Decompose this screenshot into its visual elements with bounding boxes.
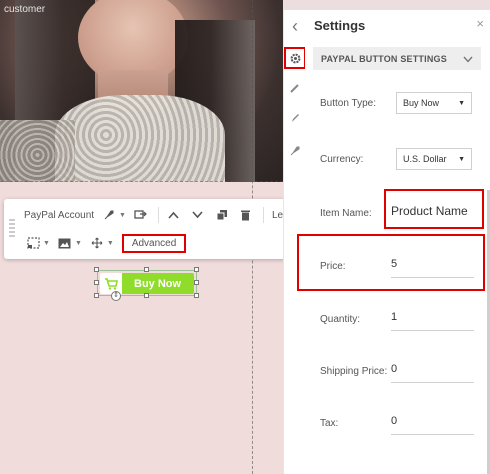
buy-now-label: Buy Now: [134, 277, 182, 290]
item-name-input[interactable]: Product Name: [391, 204, 481, 224]
advanced-button[interactable]: Advanced: [121, 233, 187, 253]
resize-handle-se[interactable]: [194, 293, 199, 298]
resize-handle-ne[interactable]: [194, 267, 199, 272]
caret-down-icon: ▼: [458, 155, 465, 163]
image-icon[interactable]: [56, 234, 74, 252]
shipping-price-label: Shipping Price:: [320, 366, 388, 377]
move-icon[interactable]: [88, 234, 106, 252]
paypal-settings-section-header[interactable]: PAYPAL BUTTON SETTINGS: [313, 47, 481, 70]
pencil-icon[interactable]: [284, 77, 306, 99]
editor-stage: customer Buy Now ⇕ PayPal Account ▼ ▼ ▼ …: [0, 0, 490, 474]
horizontal-guide-line: [0, 181, 283, 182]
resize-handle-e[interactable]: [194, 280, 199, 285]
settings-panel: Settings × PAYPAL BUTTON SETTINGS Button…: [297, 10, 490, 474]
resize-handle-s[interactable]: [144, 293, 149, 298]
back-chevron-icon[interactable]: ‹: [284, 15, 306, 37]
button-type-label: Button Type:: [320, 98, 376, 109]
element-toolbar: PayPal Account ▼ Less: [4, 199, 294, 259]
resize-handle-n[interactable]: [144, 267, 149, 272]
duplicate-icon[interactable]: [213, 206, 231, 224]
drag-handle-icon[interactable]: [9, 219, 15, 239]
button-type-select[interactable]: Buy Now ▼: [396, 92, 472, 114]
brush-icon[interactable]: [284, 107, 306, 129]
currency-label: Currency:: [320, 154, 364, 165]
shipping-price-input[interactable]: 0: [391, 363, 474, 383]
section-title: PAYPAL BUTTON SETTINGS: [321, 53, 447, 64]
photo-caption: customer: [4, 4, 46, 15]
paypal-account-link[interactable]: PayPal Account: [24, 210, 94, 221]
panel-title: Settings: [314, 18, 366, 33]
trash-icon[interactable]: [237, 206, 255, 224]
select-icon[interactable]: [24, 234, 42, 252]
gear-icon[interactable]: [284, 47, 306, 69]
chevron-down-icon[interactable]: ▼: [43, 240, 50, 247]
chevron-down-icon: [463, 50, 473, 68]
currency-select[interactable]: U.S. Dollar ▼: [396, 148, 472, 170]
hero-photo[interactable]: customer: [0, 0, 283, 182]
link-icon[interactable]: [132, 206, 150, 224]
move-knob-icon[interactable]: ⇕: [111, 291, 121, 301]
resize-handle-nw[interactable]: [94, 267, 99, 272]
price-label: Price:: [320, 261, 346, 272]
chevron-down-icon[interactable]: ▼: [107, 240, 114, 247]
chevron-down-icon[interactable]: ▼: [119, 212, 126, 219]
tax-label: Tax:: [320, 418, 339, 429]
price-input[interactable]: 5: [391, 258, 474, 278]
resize-handle-w[interactable]: [94, 280, 99, 285]
quantity-input[interactable]: 1: [391, 311, 474, 331]
resize-handle-sw[interactable]: [94, 293, 99, 298]
chevron-down-icon[interactable]: [189, 206, 207, 224]
item-name-label: Item Name:: [320, 208, 372, 219]
rocket-icon[interactable]: [100, 206, 118, 224]
quantity-label: Quantity:: [320, 314, 361, 325]
caret-down-icon: ▼: [458, 99, 465, 107]
chevron-down-icon[interactable]: ▼: [75, 240, 82, 247]
close-icon[interactable]: ×: [476, 16, 484, 31]
chevron-up-icon[interactable]: [165, 206, 183, 224]
tax-input[interactable]: 0: [391, 415, 474, 435]
rocket-icon[interactable]: [284, 140, 306, 162]
